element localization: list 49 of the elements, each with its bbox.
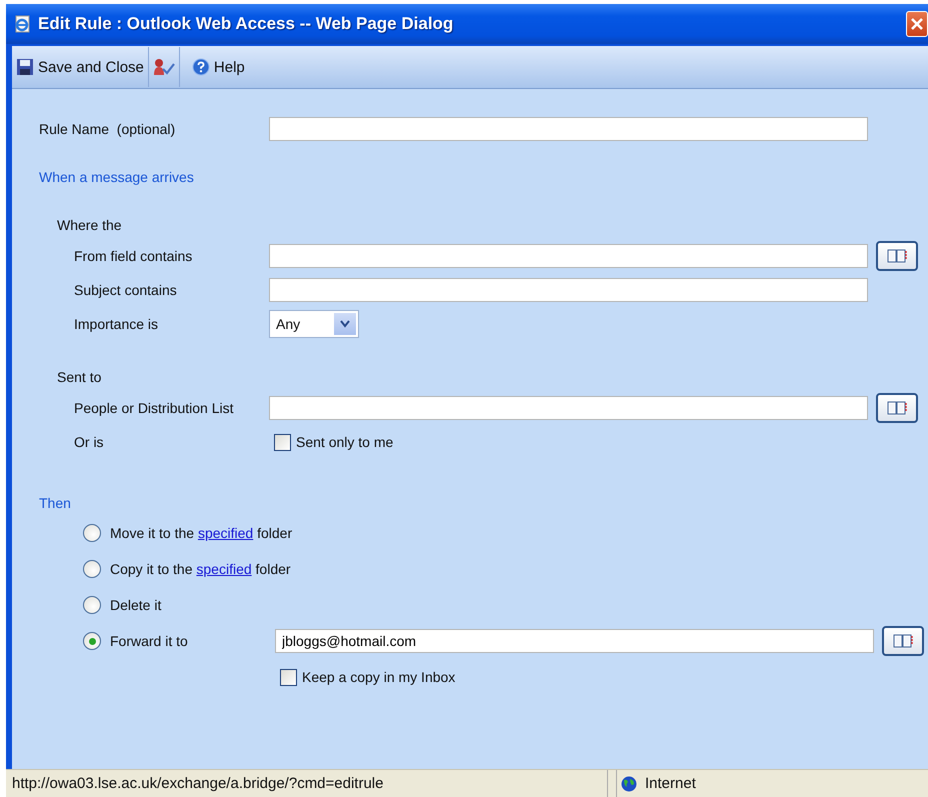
field-label: Importance is: [73, 316, 160, 332]
field-label: From field contains: [73, 248, 194, 264]
field-label: Rule Name (optional): [38, 121, 176, 137]
check-names-button[interactable]: [148, 47, 180, 87]
checkbox[interactable]: [274, 434, 291, 450]
rule-name-field[interactable]: [269, 117, 868, 141]
field-label: Or is: [73, 434, 105, 450]
help-button[interactable]: Help: [188, 47, 249, 87]
status-url: http://owa03.lse.ac.uk/exchange/a.bridge/?cmd=editrule: [6, 770, 608, 797]
specified-link[interactable]: specified: [196, 561, 252, 577]
field-label: People or Distribution List: [73, 400, 235, 416]
radio-button[interactable]: [83, 560, 101, 578]
window-title: Edit Rule : Outlook Web Access -- Web Page Dialog: [38, 14, 454, 34]
section-heading: Then: [38, 495, 72, 513]
field-label: Subject contains: [73, 282, 178, 298]
importance-dropdown[interactable]: Any: [269, 310, 359, 338]
section-heading: When a message arrives: [38, 169, 195, 187]
specified-link[interactable]: specified: [198, 525, 254, 541]
address-book-button[interactable]: [876, 241, 918, 271]
checkbox-label: Sent only to me: [296, 434, 394, 450]
group-label: Where the: [56, 216, 123, 235]
chevron-down-icon: [340, 320, 350, 328]
book-icon: [886, 248, 908, 264]
browser-icon: [14, 15, 32, 33]
checkbox-label: Keep a copy in my Inbox: [302, 669, 456, 685]
security-zone: Internet: [645, 775, 696, 792]
person-check-icon: [152, 58, 175, 76]
close-icon: [910, 17, 924, 31]
save-and-close-button[interactable]: Save and Close: [12, 47, 148, 87]
radio-button[interactable]: [83, 524, 101, 542]
radio-button[interactable]: [83, 632, 101, 650]
close-button[interactable]: [906, 11, 928, 37]
address-book-button[interactable]: [882, 626, 924, 656]
checkbox[interactable]: [280, 668, 297, 686]
book-icon: [886, 400, 908, 416]
address-book-button[interactable]: [876, 393, 918, 423]
globe-icon: [621, 776, 637, 792]
text-field[interactable]: [269, 278, 868, 302]
option-label: Forward it to: [110, 633, 189, 649]
option-label: Copy it to the specified folder: [110, 561, 291, 577]
help-icon: [192, 58, 210, 76]
text-field[interactable]: [269, 396, 868, 420]
text-field[interactable]: [269, 244, 868, 268]
group-label: Sent to: [56, 368, 102, 387]
radio-button[interactable]: [83, 596, 101, 614]
book-icon: [892, 633, 914, 649]
option-label: Move it to the specified folder: [110, 525, 292, 541]
forward-to-field[interactable]: jbloggs@hotmail.com: [275, 629, 874, 653]
option-label: Delete it: [110, 597, 162, 613]
